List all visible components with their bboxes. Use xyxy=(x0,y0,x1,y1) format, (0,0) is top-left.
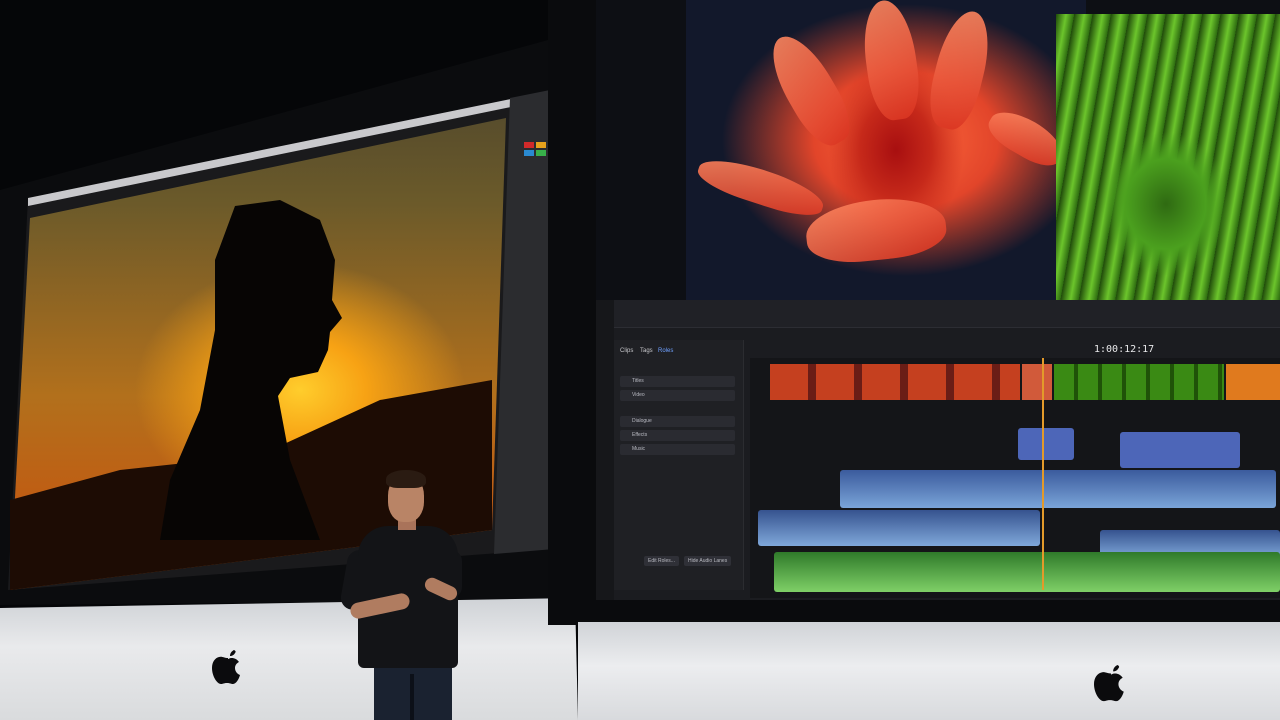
green-plant-image xyxy=(1056,14,1280,330)
petal xyxy=(922,5,998,135)
presenter xyxy=(338,470,470,720)
role-row-dialogue[interactable]: Dialogue xyxy=(620,416,735,427)
petal xyxy=(857,0,925,123)
fcp-toolbar xyxy=(614,300,1280,328)
right-imac-display: 1:00:12:17 Clips Tags Roles Titles Video… xyxy=(548,0,1280,720)
swatch-blue xyxy=(524,150,534,156)
video-clip-orange-flower[interactable] xyxy=(1226,364,1280,400)
swatch-green xyxy=(536,150,546,156)
viewer-pane xyxy=(596,0,1280,330)
presenter-leg-gap xyxy=(410,674,414,720)
swatch-orange xyxy=(536,142,546,148)
role-row-effects[interactable]: Effects xyxy=(620,430,735,441)
audio-clip-dialogue[interactable] xyxy=(840,470,1276,508)
right-imac-chin xyxy=(578,622,1280,720)
audio-clip-blue[interactable] xyxy=(1018,428,1074,460)
tab-tags[interactable]: Tags xyxy=(640,348,653,354)
timeline-index-sidebar: Clips Tags Roles Titles Video Dialogue E… xyxy=(614,340,744,590)
audio-clip-blue[interactable] xyxy=(1120,432,1240,468)
petal xyxy=(693,150,829,224)
swatch-red xyxy=(524,142,534,148)
left-imac-display xyxy=(0,0,580,720)
video-clip-red-flowers[interactable] xyxy=(770,364,1020,400)
apple-logo-icon xyxy=(1094,660,1128,704)
video-clip-flower[interactable] xyxy=(1022,364,1052,400)
video-clip-green-plant[interactable] xyxy=(1054,364,1224,400)
tab-roles[interactable]: Roles xyxy=(658,348,673,354)
role-row-video[interactable]: Video xyxy=(620,390,735,401)
apple-logo-icon xyxy=(212,646,244,686)
petal xyxy=(803,192,949,268)
music-clip-green[interactable] xyxy=(774,552,1280,592)
final-cut-window: 1:00:12:17 Clips Tags Roles Titles Video… xyxy=(596,0,1280,600)
role-row-music[interactable]: Music xyxy=(620,444,735,455)
audio-clip-dialogue[interactable] xyxy=(758,510,1040,546)
red-dahlia-image xyxy=(686,0,1086,300)
presenter-hair xyxy=(386,470,426,488)
left-imac-chin xyxy=(0,598,578,720)
hide-audio-lanes-button[interactable]: Hide Audio Lanes xyxy=(684,556,732,566)
tab-clips[interactable]: Clips xyxy=(620,348,633,354)
edit-roles-button[interactable]: Edit Roles... xyxy=(644,556,679,566)
timeline[interactable] xyxy=(750,358,1280,598)
petal xyxy=(759,26,861,154)
playhead[interactable] xyxy=(1042,358,1044,590)
role-row-titles[interactable]: Titles xyxy=(620,376,735,387)
fcp-timeline-area: 1:00:12:17 Clips Tags Roles Titles Video… xyxy=(614,300,1280,600)
timecode-display: 1:00:12:17 xyxy=(1094,344,1155,355)
